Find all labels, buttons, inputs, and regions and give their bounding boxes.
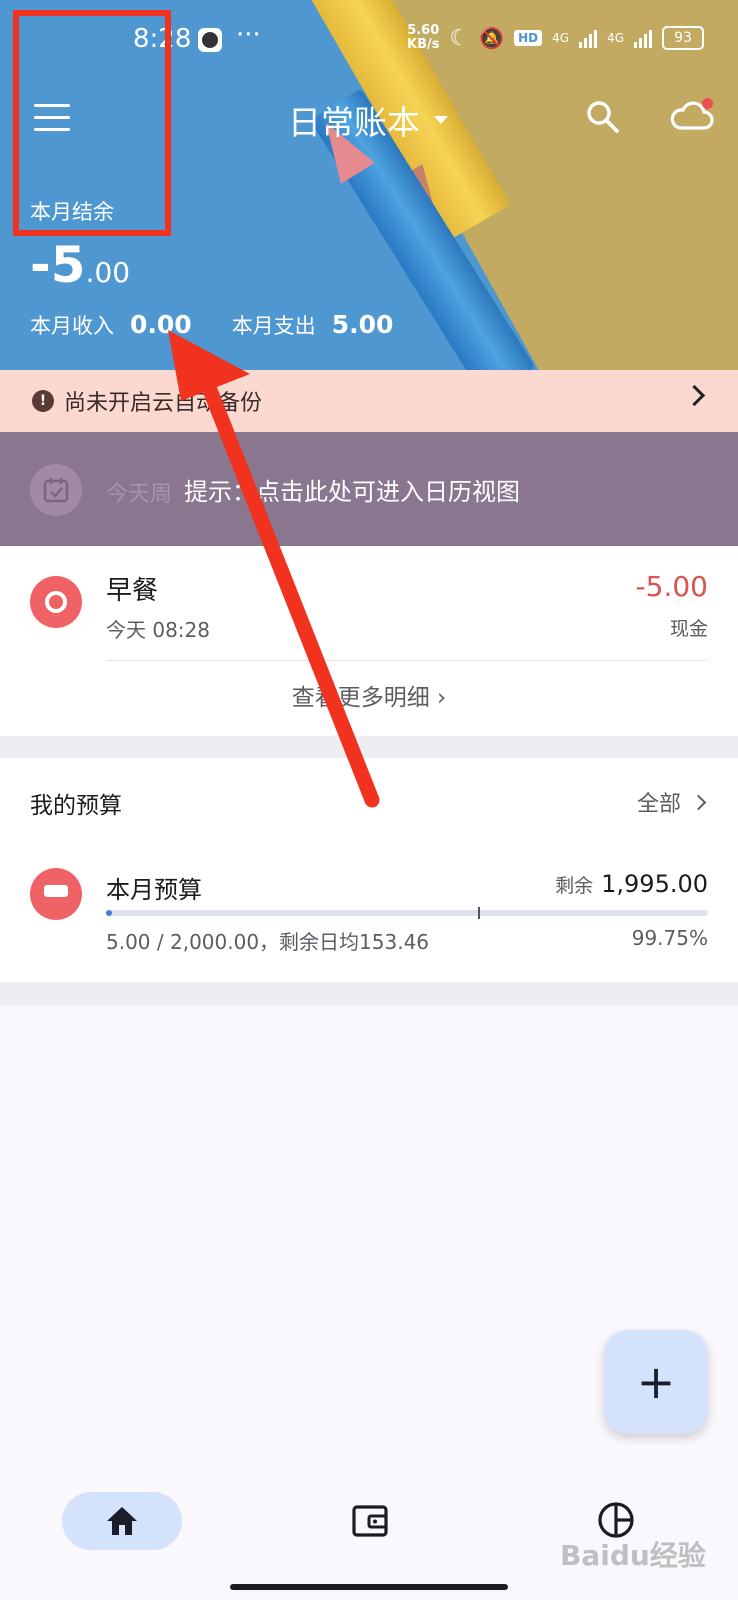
budget-name: 本月预算 xyxy=(106,876,202,904)
add-record-button[interactable]: + xyxy=(604,1330,708,1434)
chevron-right-icon xyxy=(683,384,706,407)
annotation-highlight-box xyxy=(13,10,171,236)
signal-icon-2 xyxy=(634,28,652,48)
transaction-account: 现金 xyxy=(669,618,708,640)
calendar-date-text: 今天周 xyxy=(106,482,173,507)
bottom-navigation xyxy=(0,1466,738,1600)
budget-percent: 99.75% xyxy=(631,926,708,950)
home-icon xyxy=(107,1507,137,1535)
battery-icon: 93 xyxy=(662,26,704,50)
section-gap xyxy=(0,736,738,758)
view-more-details-link[interactable]: 查看更多明细 › xyxy=(0,678,738,712)
income-label: 本月收入 xyxy=(30,314,114,338)
signal-icon xyxy=(579,28,598,48)
moon-icon: ☾ xyxy=(449,25,470,51)
section-gap xyxy=(0,982,738,1006)
backup-banner-text: 尚未开启云自动备份 xyxy=(64,391,263,416)
budget-progress-fill xyxy=(106,910,113,916)
hd-badge: HD xyxy=(514,30,543,46)
notification-dot xyxy=(702,98,713,109)
income-value: 0.00 xyxy=(130,310,192,339)
wallet-icon[interactable] xyxy=(351,1502,389,1538)
watermark: Baidu经验 xyxy=(560,1539,706,1572)
expense-value: 5.00 xyxy=(331,310,394,339)
transaction-name: 早餐 xyxy=(106,576,159,606)
more-notifications-icon: ··· xyxy=(236,20,261,50)
transaction-time: 今天 08:28 xyxy=(106,618,210,642)
caret-down-icon xyxy=(434,116,448,124)
income-expense-row: 本月收入 0.00 本月支出 5.00 xyxy=(30,310,393,340)
breakfast-category-icon xyxy=(30,576,82,628)
bell-muted-icon: 🔕 xyxy=(479,26,505,50)
budget-icon xyxy=(30,868,82,920)
budget-all-link[interactable]: 全部 xyxy=(637,786,707,818)
budget-progress-bar xyxy=(106,907,708,919)
budget-remaining: 剩余 1,995.00 xyxy=(555,870,708,898)
transaction-amount: -5.00 xyxy=(635,570,708,603)
info-icon: ! xyxy=(32,390,54,412)
book-title: 日常账本 xyxy=(288,103,420,142)
status-indicators: 5.60 KB/s ☾ 🔕 HD 4G 4G 93 xyxy=(407,24,704,52)
balance-value: -5.00 xyxy=(30,236,131,294)
home-indicator xyxy=(230,1584,508,1590)
chevron-right-icon xyxy=(690,794,707,810)
budget-section: 我的预算 全部 本月预算 剩余 1,995.00 5.00 / 2,000.00… xyxy=(0,758,738,982)
backup-banner[interactable]: ! 尚未开启云自动备份 xyxy=(0,370,738,432)
budget-day-marker xyxy=(478,907,480,919)
transaction-list: 早餐 今天 08:28 -5.00 现金 查看更多明细 › xyxy=(0,546,738,736)
network-4g-2: 4G xyxy=(607,31,624,45)
budget-detail: 5.00 / 2,000.00，剩余日均153.46 xyxy=(106,930,430,954)
calendar-icon xyxy=(30,464,82,516)
network-4g-1: 4G xyxy=(552,31,570,45)
transaction-row[interactable]: 早餐 今天 08:28 -5.00 现金 xyxy=(0,546,738,660)
divider xyxy=(106,660,708,661)
search-icon[interactable] xyxy=(584,98,620,134)
network-speed: 5.60 KB/s xyxy=(407,23,440,52)
clock-app-icon xyxy=(198,28,222,52)
chevron-right-icon: › xyxy=(437,685,447,711)
calendar-tip: 提示：点击此处可进入日历视图 xyxy=(184,478,520,506)
nav-home[interactable] xyxy=(62,1492,182,1550)
calendar-entry[interactable]: 今天周 提示：点击此处可进入日历视图 xyxy=(0,432,738,546)
book-selector[interactable]: 日常账本 xyxy=(288,96,448,144)
expense-label: 本月支出 xyxy=(231,314,316,338)
budget-section-title: 我的预算 xyxy=(30,793,122,819)
